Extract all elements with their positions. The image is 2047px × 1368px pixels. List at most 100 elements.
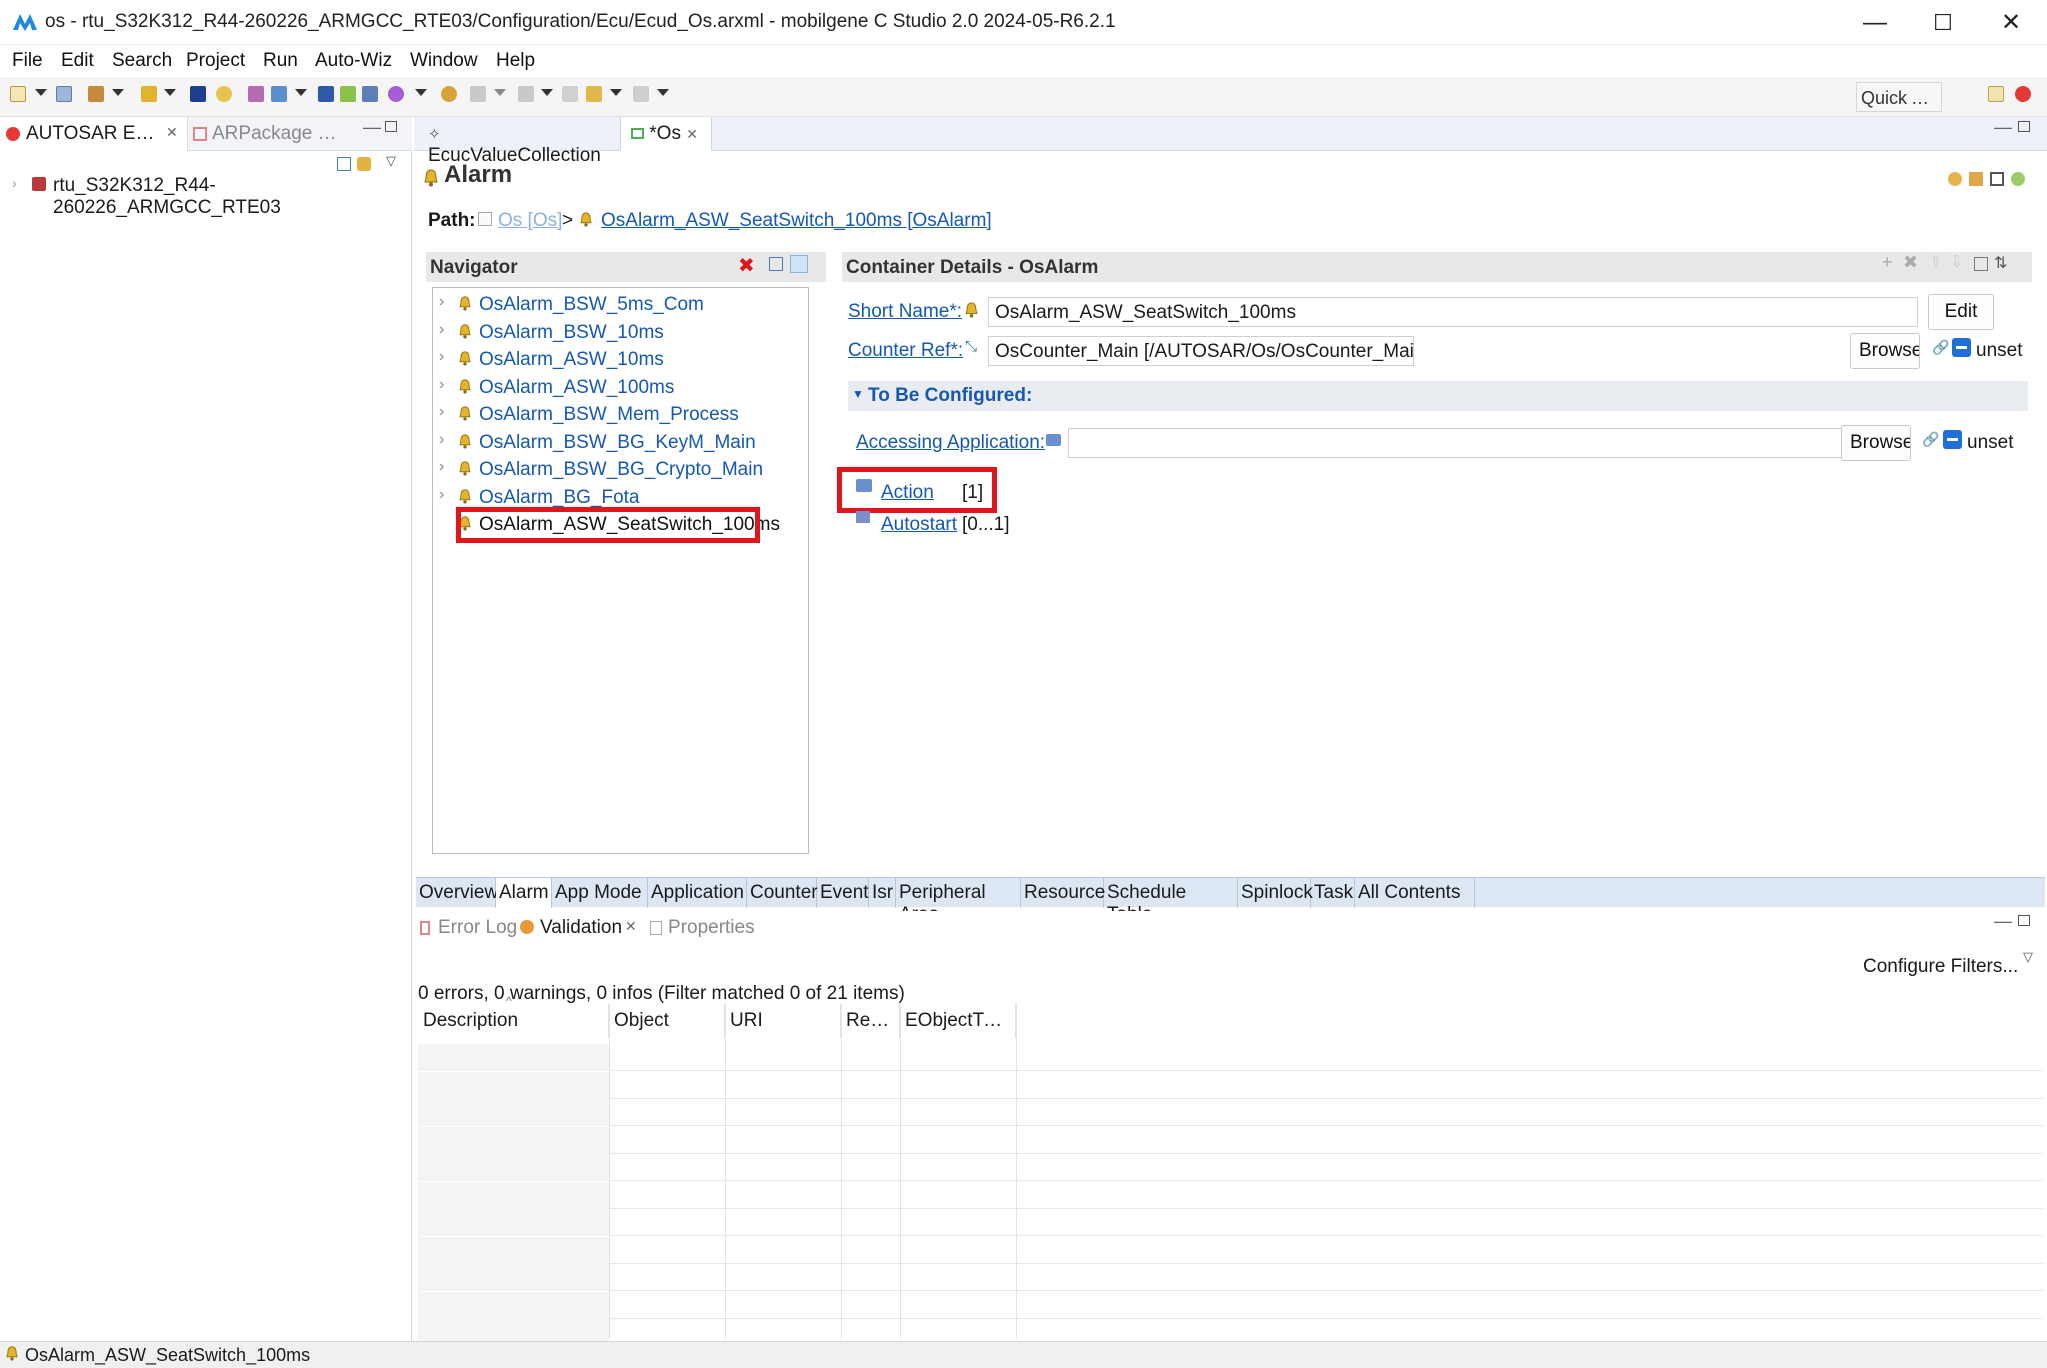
counter-ref-browse-button[interactable]: Browse...: [1850, 333, 1920, 369]
unset-toggle-icon[interactable]: [1943, 430, 1962, 449]
remove-icon[interactable]: ✖: [1903, 252, 1918, 273]
expand-chevron-icon[interactable]: ›: [439, 376, 444, 394]
chart-dropdown-icon[interactable]: [295, 89, 307, 96]
expand-chevron-icon[interactable]: ›: [439, 431, 444, 449]
perspective-icon[interactable]: [2015, 86, 2031, 102]
column-header[interactable]: URI: [725, 1004, 841, 1038]
link-icon[interactable]: 🔗: [1932, 339, 1949, 356]
maximize-editor-icon[interactable]: [2018, 121, 2030, 132]
generate-dropdown-icon[interactable]: [164, 89, 176, 96]
collapse-icon[interactable]: [769, 257, 783, 271]
back-icon[interactable]: [586, 86, 602, 102]
navigator-item[interactable]: › OsAlarm_ASW_100ms: [433, 374, 803, 401]
star-icon[interactable]: [216, 86, 232, 102]
close-tab-icon[interactable]: ✕: [625, 918, 637, 935]
maximize-button[interactable]: ☐: [1909, 0, 1977, 45]
column-header[interactable]: Resou...: [841, 1004, 900, 1038]
search-ref-icon[interactable]: [388, 86, 404, 102]
menu-run[interactable]: Run: [263, 50, 298, 72]
navigator-item[interactable]: › OsAlarm_BSW_10ms: [433, 319, 803, 346]
navigator-item[interactable]: › OsAlarm_BSW_5ms_Com: [433, 291, 803, 318]
build-dropdown-icon[interactable]: [112, 89, 124, 96]
view-menu-icon[interactable]: ▽: [386, 153, 396, 169]
editor-page-tab[interactable]: Alarm: [496, 878, 552, 908]
sync-icon[interactable]: [1969, 172, 1983, 186]
editor-page-tab[interactable]: Counter: [747, 878, 818, 908]
layout-toggle-icon[interactable]: [1974, 257, 1988, 271]
tab-os[interactable]: *Os ✕: [620, 117, 712, 151]
minimize-editor-icon[interactable]: —: [1994, 117, 2012, 138]
accessing-application-label[interactable]: Accessing Application:: [856, 432, 1045, 454]
expand-chevron-icon[interactable]: ›: [439, 321, 444, 339]
link-icon[interactable]: 🔗: [1922, 431, 1939, 448]
prev-annotation-icon[interactable]: [518, 86, 534, 102]
back-dropdown-icon[interactable]: [610, 89, 622, 96]
editor-page-tab[interactable]: App Mode: [552, 878, 648, 908]
short-name-field[interactable]: OsAlarm_ASW_SeatSwitch_100ms: [988, 297, 1918, 327]
counter-ref-field[interactable]: OsCounter_Main [/AUTOSAR/Os/OsCounter_Ma…: [988, 336, 1414, 366]
generate-icon[interactable]: [141, 86, 157, 102]
tab-error-log[interactable]: Error Log: [438, 917, 517, 939]
close-tab-icon[interactable]: ✕: [686, 126, 698, 142]
prev-annotation-dropdown-icon[interactable]: [541, 89, 553, 96]
editor-page-tab[interactable]: Event: [817, 878, 869, 908]
debug-icon[interactable]: [441, 86, 457, 102]
save-icon[interactable]: [56, 86, 72, 102]
navigator-item[interactable]: › OsAlarm_BSW_Mem_Process: [433, 401, 803, 428]
edit-button[interactable]: Edit: [1928, 294, 1994, 330]
refresh-icon[interactable]: [1948, 172, 1962, 186]
home-icon[interactable]: [1990, 172, 2004, 186]
expand-chevron-icon[interactable]: ›: [439, 458, 444, 476]
collapse-all-icon[interactable]: [337, 157, 351, 171]
tree-root-project[interactable]: rtu_S32K312_R44-260226_ARMGCC_RTE03: [53, 175, 411, 219]
tab-autosar-explorer[interactable]: AUTOSAR Expl... ✕: [0, 117, 188, 151]
settings-icon[interactable]: [2011, 172, 2025, 186]
short-name-label[interactable]: Short Name*:: [848, 301, 962, 323]
tab-arpackage-explorer[interactable]: ARPackage Exp...: [212, 123, 348, 145]
minimize-button[interactable]: —: [1841, 0, 1909, 45]
book-icon[interactable]: [318, 86, 334, 102]
new-icon[interactable]: [10, 86, 26, 102]
navigator-item[interactable]: › OsAlarm_BSW_BG_KeyM_Main: [433, 429, 803, 456]
next-annotation-dropdown-icon[interactable]: [494, 89, 506, 96]
counter-ref-label[interactable]: Counter Ref*:: [848, 340, 963, 362]
unset-label[interactable]: unset: [1967, 432, 2013, 454]
type-icon[interactable]: [190, 86, 206, 102]
expand-chevron-icon[interactable]: ›: [439, 348, 444, 366]
menu-file[interactable]: File: [12, 50, 43, 72]
editor-page-tab[interactable]: Task: [1311, 878, 1355, 908]
unset-label[interactable]: unset: [1976, 340, 2022, 362]
edit-icon[interactable]: [248, 86, 264, 102]
minimize-view-icon[interactable]: —: [363, 117, 381, 138]
quick-access-field[interactable]: Quick Access: [1856, 82, 1942, 112]
unset-toggle-icon[interactable]: [1952, 338, 1971, 357]
menu-edit[interactable]: Edit: [61, 50, 94, 72]
column-header[interactable]: Description: [418, 1004, 609, 1038]
path-os-link[interactable]: Os [Os]: [498, 210, 562, 232]
editor-page-tab[interactable]: Spinlock: [1238, 878, 1313, 908]
forward-dropdown-icon[interactable]: [657, 89, 669, 96]
column-header[interactable]: Object: [609, 1004, 725, 1038]
forward-icon[interactable]: [633, 86, 649, 102]
tab-properties[interactable]: Properties: [668, 917, 755, 939]
tab-validation[interactable]: Validation: [540, 917, 622, 939]
next-annotation-icon[interactable]: [470, 86, 486, 102]
open-perspective-icon[interactable]: [1988, 86, 2004, 102]
column-header[interactable]: EObjectType: [900, 1004, 1016, 1038]
close-button[interactable]: ✕: [1977, 0, 2045, 45]
editor-page-tab[interactable]: Application: [648, 878, 747, 908]
accessing-application-browse-button[interactable]: Browse...: [1841, 425, 1911, 461]
expand-chevron-icon[interactable]: ›: [439, 486, 444, 504]
close-tab-icon[interactable]: ✕: [166, 124, 178, 141]
navigator-item[interactable]: › OsAlarm_BSW_BG_Crypto_Main: [433, 456, 803, 483]
add-icon[interactable]: +: [1882, 252, 1893, 273]
menu-auto-wiz[interactable]: Auto-Wiz: [315, 50, 392, 72]
move-up-icon[interactable]: ⇧: [1929, 252, 1942, 272]
menu-window[interactable]: Window: [410, 50, 478, 72]
tools-icon[interactable]: [362, 86, 378, 102]
maximize-view-icon[interactable]: [385, 121, 397, 132]
expand-chevron-icon[interactable]: ›: [12, 175, 17, 191]
navigator-item[interactable]: › OsAlarm_ASW_10ms: [433, 346, 803, 373]
menu-help[interactable]: Help: [496, 50, 535, 72]
editor-page-tab[interactable]: All Contents: [1355, 878, 1475, 908]
